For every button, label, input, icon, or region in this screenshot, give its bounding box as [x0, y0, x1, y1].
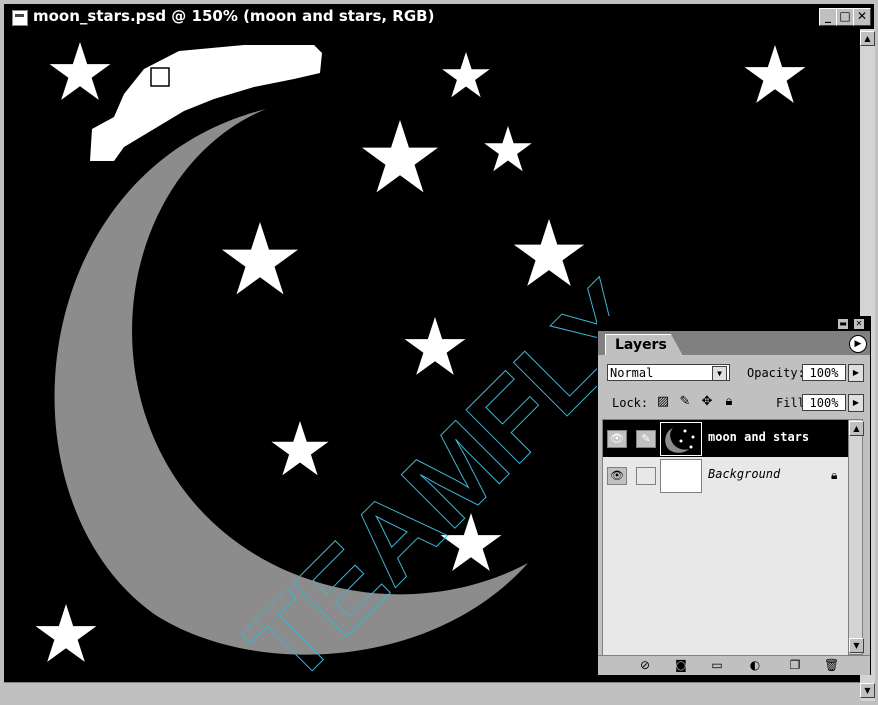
lock-image-icon[interactable]: ✎ — [678, 395, 692, 409]
lock-position-icon[interactable]: ✥ — [700, 395, 714, 409]
tab-layers[interactable]: Layers — [605, 334, 683, 356]
status-bar — [4, 682, 860, 702]
layer-mask-icon[interactable]: ◙ — [674, 658, 688, 672]
close-button[interactable]: ✕ — [853, 8, 871, 26]
lock-label: Lock: — [612, 396, 649, 410]
palette-close-icon[interactable]: ✕ — [854, 319, 864, 329]
document-icon — [12, 10, 28, 26]
blend-mode-select[interactable]: Normal ▼ — [607, 364, 730, 381]
lock-all-icon[interactable]: 🔒︎ — [722, 395, 736, 409]
palette-bottom-toolbar: ⊘ ◙ ▭ ◐ ❐ 🗑︎ — [598, 655, 870, 675]
minimize-button[interactable]: _ — [819, 8, 837, 26]
layer-thumbnail — [660, 422, 702, 456]
maximize-button[interactable]: □ — [836, 8, 854, 26]
scroll-down-icon[interactable]: ▼ — [860, 683, 875, 698]
lock-transparency-icon[interactable]: ▨ — [656, 395, 670, 409]
scroll-up-icon[interactable]: ▲ — [849, 421, 864, 436]
new-set-icon[interactable]: ▭ — [710, 658, 724, 672]
adjustment-layer-icon[interactable]: ◐ — [748, 658, 762, 672]
layer-row-moon-and-stars[interactable]: 👁︎ ✎ moon and stars — [603, 420, 849, 457]
fill-slider-arrow-icon[interactable]: ▶ — [848, 394, 864, 412]
opacity-label: Opacity: — [747, 366, 805, 380]
lock-icon: 🔒︎ — [831, 468, 838, 482]
opacity-field[interactable]: 100% — [802, 364, 846, 381]
brush-icon[interactable]: ✎ — [636, 430, 656, 448]
layer-row-background[interactable]: 👁︎ Background 🔒︎ — [603, 457, 849, 494]
window-title: moon_stars.psd @ 150% (moon and stars, R… — [33, 7, 435, 25]
palette-minimize-icon[interactable]: ▬ — [838, 319, 848, 329]
trash-icon[interactable]: 🗑︎ — [824, 658, 839, 672]
link-slot[interactable] — [636, 467, 656, 485]
layers-list: 👁︎ ✎ moon and stars 👁︎ Background 🔒︎ — [602, 419, 850, 657]
eye-icon[interactable]: 👁︎ — [607, 430, 627, 448]
layer-style-icon[interactable]: ⊘ — [638, 658, 652, 672]
chevron-down-icon[interactable]: ▼ — [712, 366, 727, 381]
palette-tab-row: Layers ▶ — [598, 331, 870, 356]
moon-thumbnail-icon — [665, 428, 695, 453]
new-layer-icon[interactable]: ❐ — [788, 658, 802, 672]
palette-menu-icon[interactable]: ▶ — [849, 335, 867, 353]
layer-thumbnail — [660, 459, 702, 493]
layers-palette: ▬ ✕ Layers ▶ Normal ▼ Opacity: 100% ▶ Lo… — [597, 316, 871, 675]
fill-field[interactable]: 100% — [802, 394, 846, 411]
palette-title-bar[interactable]: ▬ ✕ — [598, 317, 870, 331]
opacity-slider-arrow-icon[interactable]: ▶ — [848, 364, 864, 382]
title-bar[interactable]: moon_stars.psd @ 150% (moon and stars, R… — [4, 4, 874, 29]
scroll-down-icon[interactable]: ▼ — [849, 638, 864, 653]
eye-icon[interactable]: 👁︎ — [607, 467, 627, 485]
layer-name: Background — [708, 467, 781, 481]
scroll-up-icon[interactable]: ▲ — [860, 31, 875, 46]
layer-name: moon and stars — [708, 430, 810, 444]
layers-scrollbar[interactable]: ▲ ▼ — [848, 419, 864, 655]
blend-mode-value: Normal — [610, 366, 654, 380]
